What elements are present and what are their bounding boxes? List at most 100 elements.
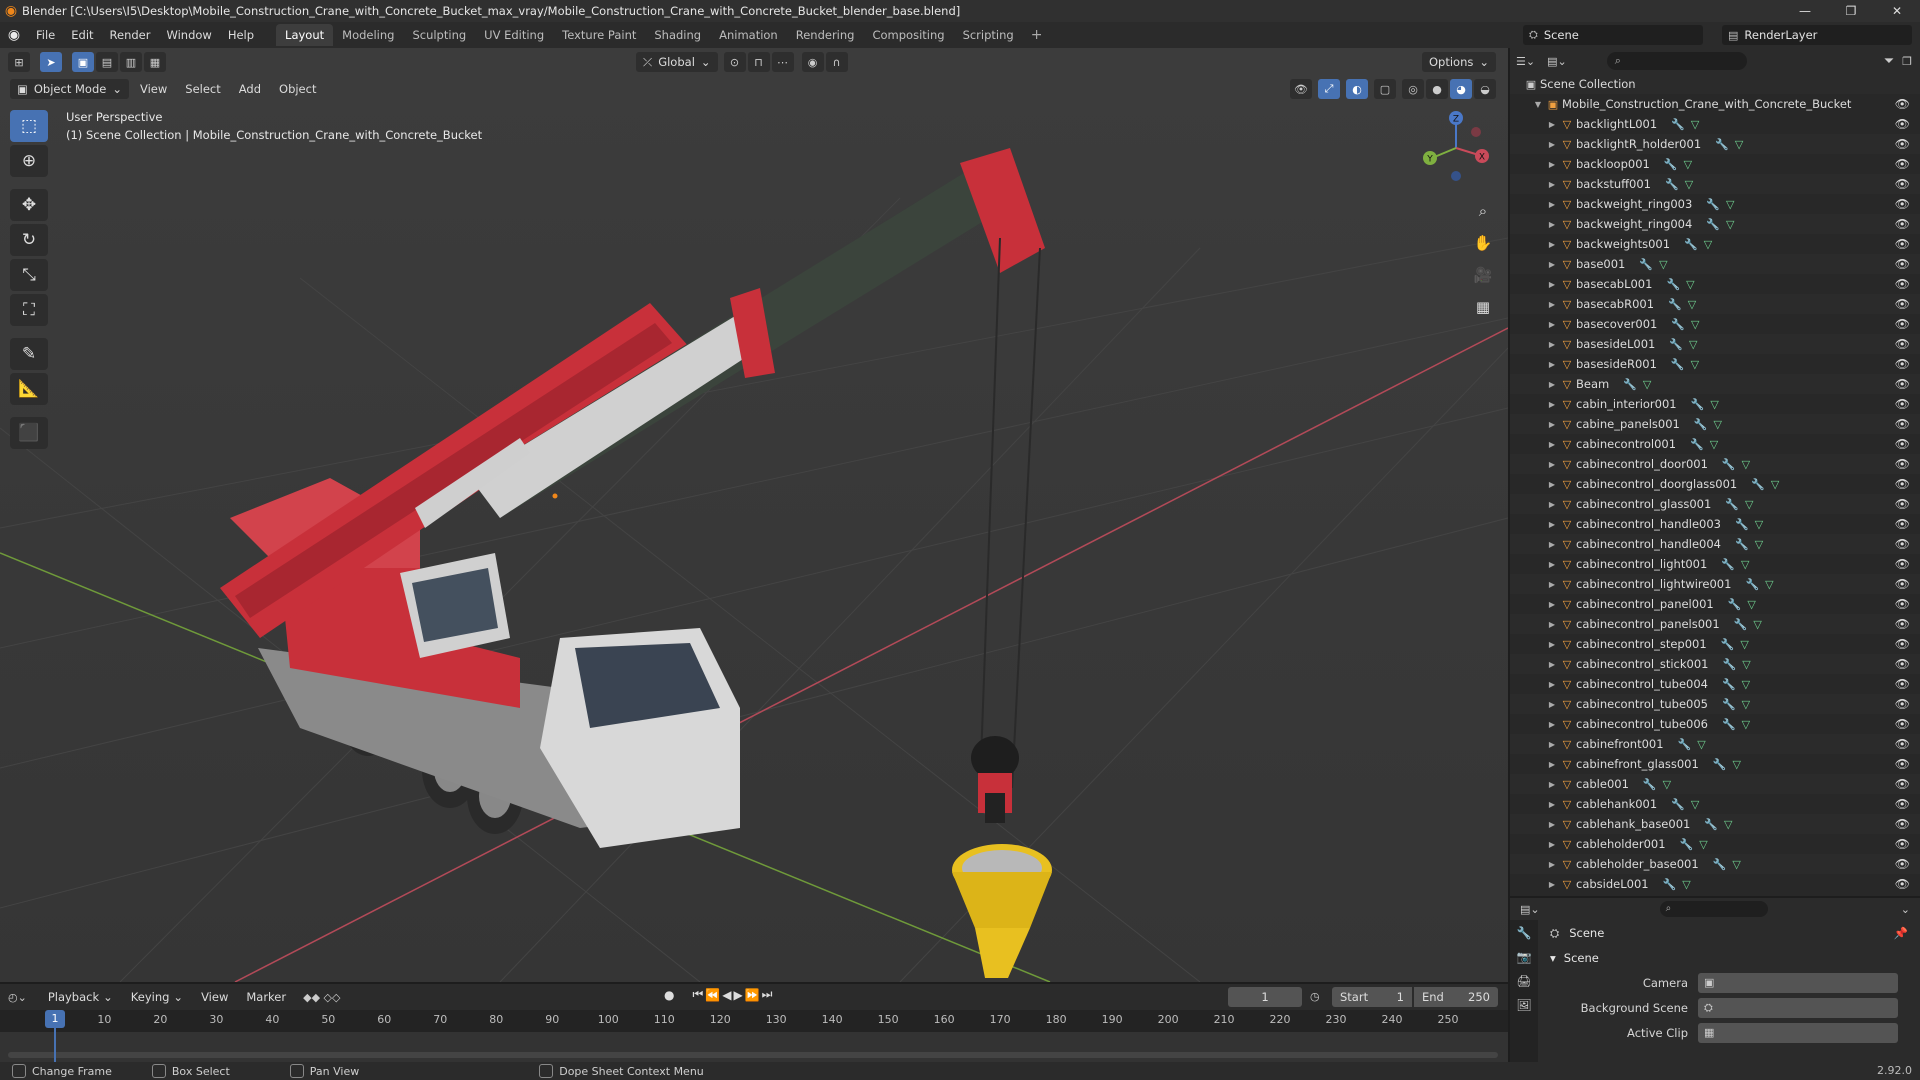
eye-icon[interactable]: 👁 bbox=[1895, 537, 1910, 551]
render-layer-selector[interactable]: ▤ RenderLayer bbox=[1722, 25, 1912, 45]
menu-help[interactable]: Help bbox=[220, 28, 262, 42]
mesh-data-icon[interactable]: ▽ bbox=[1735, 138, 1743, 151]
eye-icon[interactable]: 👁 bbox=[1895, 817, 1910, 831]
active-clip-field[interactable]: ▦ bbox=[1698, 1022, 1898, 1043]
eye-icon[interactable]: 👁 bbox=[1895, 477, 1910, 491]
eye-icon[interactable]: 👁 bbox=[1895, 777, 1910, 791]
modifier-wrench-icon[interactable]: 🔧 bbox=[1684, 238, 1698, 251]
camera-view-icon[interactable]: 🎥 bbox=[1470, 262, 1496, 288]
modifier-wrench-icon[interactable]: 🔧 bbox=[1706, 218, 1720, 231]
perspective-grid-icon[interactable]: ▦ bbox=[1470, 294, 1496, 320]
xray-toggle-icon[interactable]: ▢ bbox=[1374, 79, 1396, 99]
expand-arrow-icon[interactable]: ▶ bbox=[1546, 740, 1558, 749]
expand-arrow-icon[interactable]: ▶ bbox=[1546, 820, 1558, 829]
outliner-item[interactable]: ▶ ▽ cabin_interior001 🔧 ▽ 👁 bbox=[1510, 394, 1920, 414]
outliner-item[interactable]: ▶ ▽ cabinecontrol_doorglass001 🔧 ▽ 👁 bbox=[1510, 474, 1920, 494]
mesh-data-icon[interactable]: ▽ bbox=[1742, 678, 1750, 691]
outliner-scene-collection[interactable]: ▣ Scene Collection bbox=[1510, 74, 1920, 94]
expand-arrow-icon[interactable]: ▶ bbox=[1546, 400, 1558, 409]
outliner-item[interactable]: ▶ ▽ cablehank001 🔧 ▽ 👁 bbox=[1510, 794, 1920, 814]
mesh-data-icon[interactable]: ▽ bbox=[1691, 118, 1699, 131]
expand-arrow-icon[interactable]: ▶ bbox=[1546, 720, 1558, 729]
menu-edit[interactable]: Edit bbox=[63, 28, 101, 42]
measure-tool-icon[interactable]: 📐 bbox=[10, 373, 48, 405]
chevron-down-icon[interactable]: ⌄ bbox=[1901, 903, 1910, 916]
playhead[interactable]: 1 bbox=[45, 1010, 65, 1028]
eye-icon[interactable]: 👁 bbox=[1895, 257, 1910, 271]
tab-animation[interactable]: Animation bbox=[710, 24, 787, 46]
mesh-data-icon[interactable]: ▽ bbox=[1732, 858, 1740, 871]
outliner-item[interactable]: ▶ ▽ cabinecontrol_panels001 🔧 ▽ 👁 bbox=[1510, 614, 1920, 634]
eye-icon[interactable]: 👁 bbox=[1895, 417, 1910, 431]
expand-arrow-icon[interactable]: ▶ bbox=[1546, 380, 1558, 389]
outliner-item[interactable]: ▶ ▽ Beam 🔧 ▽ 👁 bbox=[1510, 374, 1920, 394]
modifier-wrench-icon[interactable]: 🔧 bbox=[1713, 858, 1727, 871]
mesh-data-icon[interactable]: ▽ bbox=[1699, 838, 1707, 851]
eye-icon[interactable]: 👁 bbox=[1895, 217, 1910, 231]
outliner-item[interactable]: ▶ ▽ cabsideL001 🔧 ▽ 👁 bbox=[1510, 874, 1920, 894]
select-tool-icon[interactable]: ➤ bbox=[40, 52, 62, 72]
modifier-wrench-icon[interactable]: 🔧 bbox=[1643, 778, 1657, 791]
tab-sculpting[interactable]: Sculpting bbox=[403, 24, 475, 46]
navigation-gizmo[interactable]: Z X Y bbox=[1416, 108, 1496, 188]
expand-arrow-icon[interactable]: ▶ bbox=[1546, 440, 1558, 449]
modifier-wrench-icon[interactable]: 🔧 bbox=[1734, 618, 1748, 631]
expand-arrow-icon[interactable]: ▶ bbox=[1546, 640, 1558, 649]
mesh-data-icon[interactable]: ▽ bbox=[1663, 778, 1671, 791]
outliner-item[interactable]: ▶ ▽ backlightR_holder001 🔧 ▽ 👁 bbox=[1510, 134, 1920, 154]
modifier-wrench-icon[interactable]: 🔧 bbox=[1722, 678, 1736, 691]
3d-viewport[interactable]: ⊞ ➤ ▣ ▤ ▥ ▦ ⤫ Global ⌄ ⊙ ⊓ ⋯ ◉ ∩ Options… bbox=[0, 48, 1508, 982]
expand-arrow-icon[interactable]: ▶ bbox=[1546, 580, 1558, 589]
blender-menu-icon[interactable]: ◉ bbox=[0, 27, 28, 43]
mesh-data-icon[interactable]: ▽ bbox=[1714, 418, 1722, 431]
outliner-item[interactable]: ▶ ▽ backlightL001 🔧 ▽ 👁 bbox=[1510, 114, 1920, 134]
expand-arrow-icon[interactable]: ▶ bbox=[1546, 520, 1558, 529]
tab-rendering[interactable]: Rendering bbox=[787, 24, 864, 46]
mesh-data-icon[interactable]: ▽ bbox=[1684, 158, 1692, 171]
current-frame-field[interactable]: 1 bbox=[1228, 987, 1302, 1007]
minimize-button[interactable]: — bbox=[1782, 0, 1828, 22]
close-button[interactable]: ✕ bbox=[1874, 0, 1920, 22]
select-mode-invert-icon[interactable]: ▦ bbox=[144, 52, 166, 72]
eye-icon[interactable]: 👁 bbox=[1895, 97, 1910, 111]
expand-arrow-icon[interactable]: ▶ bbox=[1546, 660, 1558, 669]
visibility-icon[interactable]: 👁 bbox=[1290, 79, 1312, 99]
mesh-data-icon[interactable]: ▽ bbox=[1755, 518, 1763, 531]
move-tool-icon[interactable]: ✥ bbox=[10, 189, 48, 221]
mesh-data-icon[interactable]: ▽ bbox=[1710, 438, 1718, 451]
modifier-wrench-icon[interactable]: 🔧 bbox=[1663, 878, 1677, 891]
outliner-item[interactable]: ▶ ▽ cablehank_base001 🔧 ▽ 👁 bbox=[1510, 814, 1920, 834]
tab-shading[interactable]: Shading bbox=[645, 24, 710, 46]
mesh-data-icon[interactable]: ▽ bbox=[1745, 498, 1753, 511]
mesh-data-icon[interactable]: ▽ bbox=[1697, 738, 1705, 751]
outliner-item[interactable]: ▶ ▽ basesideL001 🔧 ▽ 👁 bbox=[1510, 334, 1920, 354]
modifier-wrench-icon[interactable]: 🔧 bbox=[1665, 178, 1679, 191]
properties-search-input[interactable]: ⌕ bbox=[1659, 901, 1768, 917]
viewport-menu-select[interactable]: Select bbox=[178, 79, 227, 99]
object-mode-dropdown[interactable]: ▣ Object Mode ⌄ bbox=[10, 79, 129, 99]
mesh-data-icon[interactable]: ▽ bbox=[1691, 798, 1699, 811]
display-mode-icon[interactable]: ▤⌄ bbox=[1547, 55, 1567, 68]
modifier-wrench-icon[interactable]: 🔧 bbox=[1722, 718, 1736, 731]
expand-arrow-icon[interactable]: ▶ bbox=[1546, 300, 1558, 309]
zoom-icon[interactable]: ⌕ bbox=[1470, 198, 1496, 224]
timeline-area[interactable] bbox=[0, 1032, 1508, 1064]
outliner-item[interactable]: ▶ ▽ cabinecontrol_door001 🔧 ▽ 👁 bbox=[1510, 454, 1920, 474]
eye-icon[interactable]: 👁 bbox=[1895, 797, 1910, 811]
mesh-data-icon[interactable]: ▽ bbox=[1643, 378, 1651, 391]
eye-icon[interactable]: 👁 bbox=[1895, 697, 1910, 711]
mesh-data-icon[interactable]: ▽ bbox=[1724, 818, 1732, 831]
transform-orientation-dropdown[interactable]: ⤫ Global ⌄ bbox=[636, 52, 718, 72]
mesh-data-icon[interactable]: ▽ bbox=[1659, 258, 1667, 271]
eye-icon[interactable]: 👁 bbox=[1895, 117, 1910, 131]
outliner-item[interactable]: ▶ ▽ cabinecontrol001 🔧 ▽ 👁 bbox=[1510, 434, 1920, 454]
expand-arrow-icon[interactable]: ▶ bbox=[1546, 880, 1558, 889]
play-reverse-icon[interactable]: ◀ bbox=[722, 988, 731, 1002]
outliner-item[interactable]: ▶ ▽ cabinecontrol_lightwire001 🔧 ▽ 👁 bbox=[1510, 574, 1920, 594]
eye-icon[interactable]: 👁 bbox=[1895, 597, 1910, 611]
timeline-menu-view[interactable]: View bbox=[194, 987, 235, 1007]
modifier-wrench-icon[interactable]: 🔧 bbox=[1678, 738, 1692, 751]
expand-arrow-icon[interactable]: ▶ bbox=[1546, 460, 1558, 469]
outliner-item[interactable]: ▶ ▽ backstuff001 🔧 ▽ 👁 bbox=[1510, 174, 1920, 194]
eye-icon[interactable]: 👁 bbox=[1895, 757, 1910, 771]
